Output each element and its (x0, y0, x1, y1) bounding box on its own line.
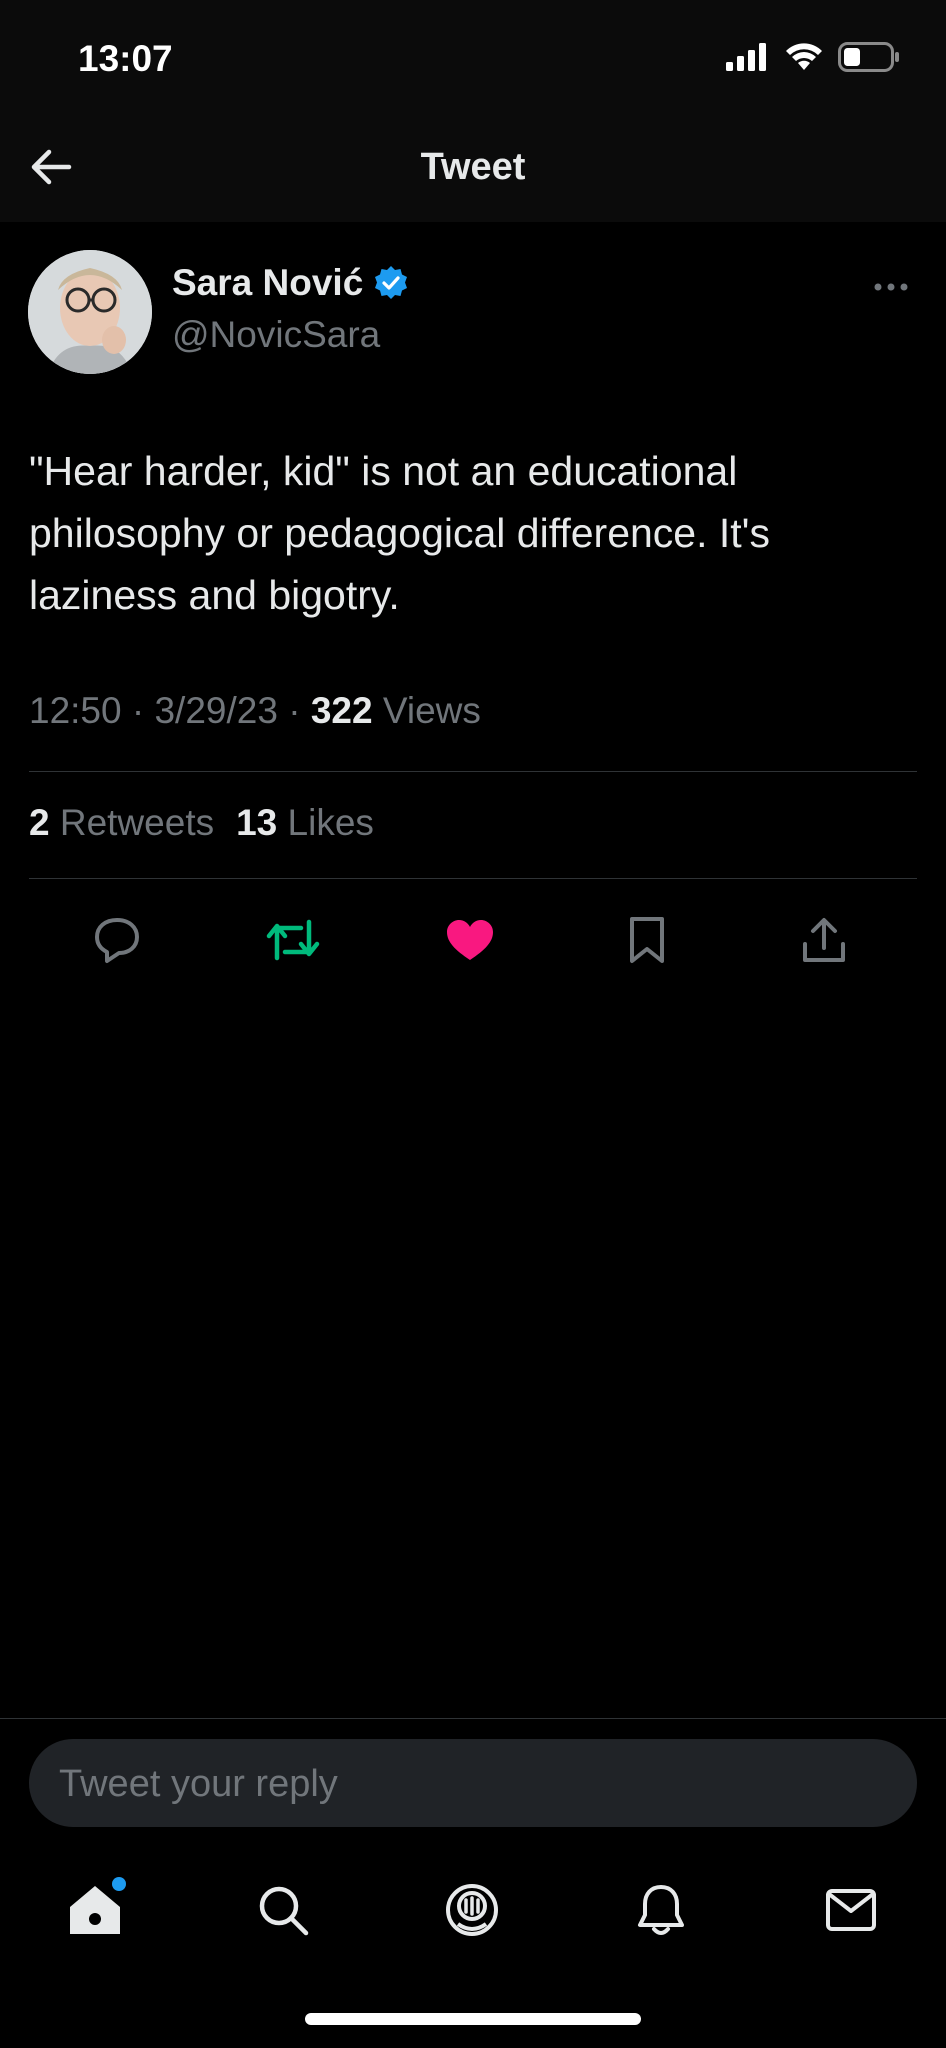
retweet-button[interactable] (263, 910, 323, 970)
retweets-label: Retweets (59, 802, 215, 843)
like-button[interactable] (440, 910, 500, 970)
tab-notifications[interactable] (626, 1875, 696, 1945)
tweet-text: "Hear harder, kid" is not an educational… (29, 448, 771, 618)
tab-home[interactable] (60, 1875, 130, 1945)
avatar-image (28, 250, 152, 374)
tab-spaces[interactable] (437, 1875, 507, 1945)
notifications-icon (638, 1885, 684, 1935)
reply-placeholder: Tweet your reply (59, 1763, 338, 1805)
like-icon (447, 920, 493, 960)
share-icon (803, 918, 845, 962)
tweet-date[interactable]: 3/29/23 (154, 690, 277, 731)
reply-button[interactable] (87, 910, 147, 970)
tweet-meta: 12:50 · 3/29/23 · 322 Views (29, 690, 481, 732)
reply-input[interactable]: Tweet your reply (29, 1739, 917, 1827)
bookmark-button[interactable] (617, 910, 677, 970)
messages-icon (826, 1889, 876, 1931)
author-name[interactable]: Sara Nović (172, 262, 409, 304)
verified-badge-icon (375, 266, 408, 299)
retweet-icon (266, 919, 320, 961)
author-name-text: Sara Nović (172, 262, 364, 303)
tab-search[interactable] (248, 1875, 318, 1945)
top-nav-bar: Tweet (0, 110, 946, 222)
home-icon (70, 1886, 120, 1934)
meta-separator: · (277, 690, 311, 731)
home-indicator[interactable] (305, 2013, 641, 2025)
meta-separator: · (121, 690, 155, 731)
author-handle[interactable]: @NovicSara (172, 314, 380, 356)
views-count: 322 (310, 690, 373, 731)
views-label: Views (382, 690, 481, 731)
more-options-button[interactable] (866, 272, 916, 302)
likes-label: Likes (287, 802, 374, 843)
retweets-count: 2 (29, 802, 50, 843)
likes-count: 13 (236, 802, 278, 843)
avatar[interactable] (28, 250, 152, 374)
wifi-icon (786, 43, 822, 70)
tweet-actions (0, 890, 946, 990)
reply-icon (95, 918, 139, 963)
tab-messages[interactable] (816, 1875, 886, 1945)
status-bar: 13:07 (0, 0, 946, 110)
page-title: Tweet (420, 146, 526, 188)
notification-dot (112, 1877, 126, 1891)
cellular-signal-icon (726, 43, 766, 71)
status-icons (726, 42, 900, 72)
likes-stat[interactable]: 13 Likes (236, 802, 374, 844)
search-icon (259, 1886, 309, 1936)
spaces-icon (446, 1884, 498, 1936)
bottom-tab-bar (0, 1850, 946, 1970)
divider (29, 771, 917, 772)
battery-icon (838, 42, 899, 72)
tweet-stats: 2 Retweets 13 Likes (29, 802, 374, 844)
tweet-time[interactable]: 12:50 (29, 690, 122, 731)
divider (29, 878, 917, 879)
divider (0, 1718, 946, 1719)
share-button[interactable] (794, 910, 854, 970)
more-horizontal-icon (874, 283, 908, 291)
status-time: 13:07 (78, 38, 173, 79)
retweets-stat[interactable]: 2 Retweets (29, 802, 214, 844)
bookmark-icon (630, 917, 664, 963)
